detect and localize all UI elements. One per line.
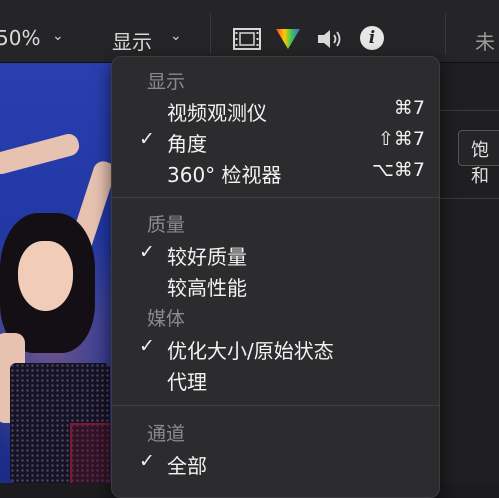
menu-item-label: 代理 [167,370,207,394]
menu-item-label: 360° 检视器 [167,163,282,187]
menu-section-header: 显示 [147,71,186,93]
film-strip-icon[interactable] [233,28,261,54]
inspector-divider [440,110,499,111]
dancer-arm [0,131,82,177]
zoom-chevron-down-icon[interactable]: ⌄ [52,28,64,44]
zoom-value[interactable]: 50% [0,26,40,50]
menu-item-label: 较高性能 [167,276,247,300]
inspector-panel [436,63,499,483]
speaker-icon[interactable] [316,28,344,54]
inspector-divider [440,198,499,199]
saturation-button[interactable]: 饱和 [458,130,499,187]
menu-section-header: 通道 [147,423,186,445]
checkmark-icon: ✓ [139,335,155,357]
color-triangle-icon[interactable] [275,28,301,54]
menu-item-shortcut: ⌥⌘7 [372,159,425,181]
toolbar-divider [445,14,446,54]
menu-separator [112,197,439,198]
menu-item-shortcut: ⌘7 [393,97,425,119]
display-dropdown-menu: 显示 视频观测仪 ⌘7 ✓ 角度 ⇧⌘7 360° 检视器 ⌥⌘7 质量 ✓ 较… [111,56,440,498]
menu-item-label: 角度 [167,132,207,156]
menu-section-header: 媒体 [147,308,186,330]
display-menu-button[interactable]: 显示 [112,26,152,55]
saturation-label: 饱和 [471,140,489,187]
menu-separator [112,405,439,406]
menu-item-label: 较好质量 [167,245,247,269]
menu-item-label: 优化大小/原始状态 [167,339,334,363]
dancer-face [18,241,73,311]
viewer-toolbar: 50% ⌄ 显示 ⌄ i 未 [0,0,499,63]
menu-item-label: 全部 [167,454,207,478]
menu-section-header: 质量 [147,214,186,236]
checkmark-icon: ✓ [139,128,155,150]
menu-item-shortcut: ⇧⌘7 [377,128,425,150]
display-chevron-down-icon[interactable]: ⌄ [170,28,182,44]
checkmark-icon: ✓ [139,241,155,263]
info-icon[interactable]: i [360,26,384,50]
checkmark-icon: ✓ [139,450,155,472]
menu-item-label: 视频观测仪 [167,101,267,125]
title-label: 未 [475,30,495,54]
toolbar-divider [210,14,211,54]
